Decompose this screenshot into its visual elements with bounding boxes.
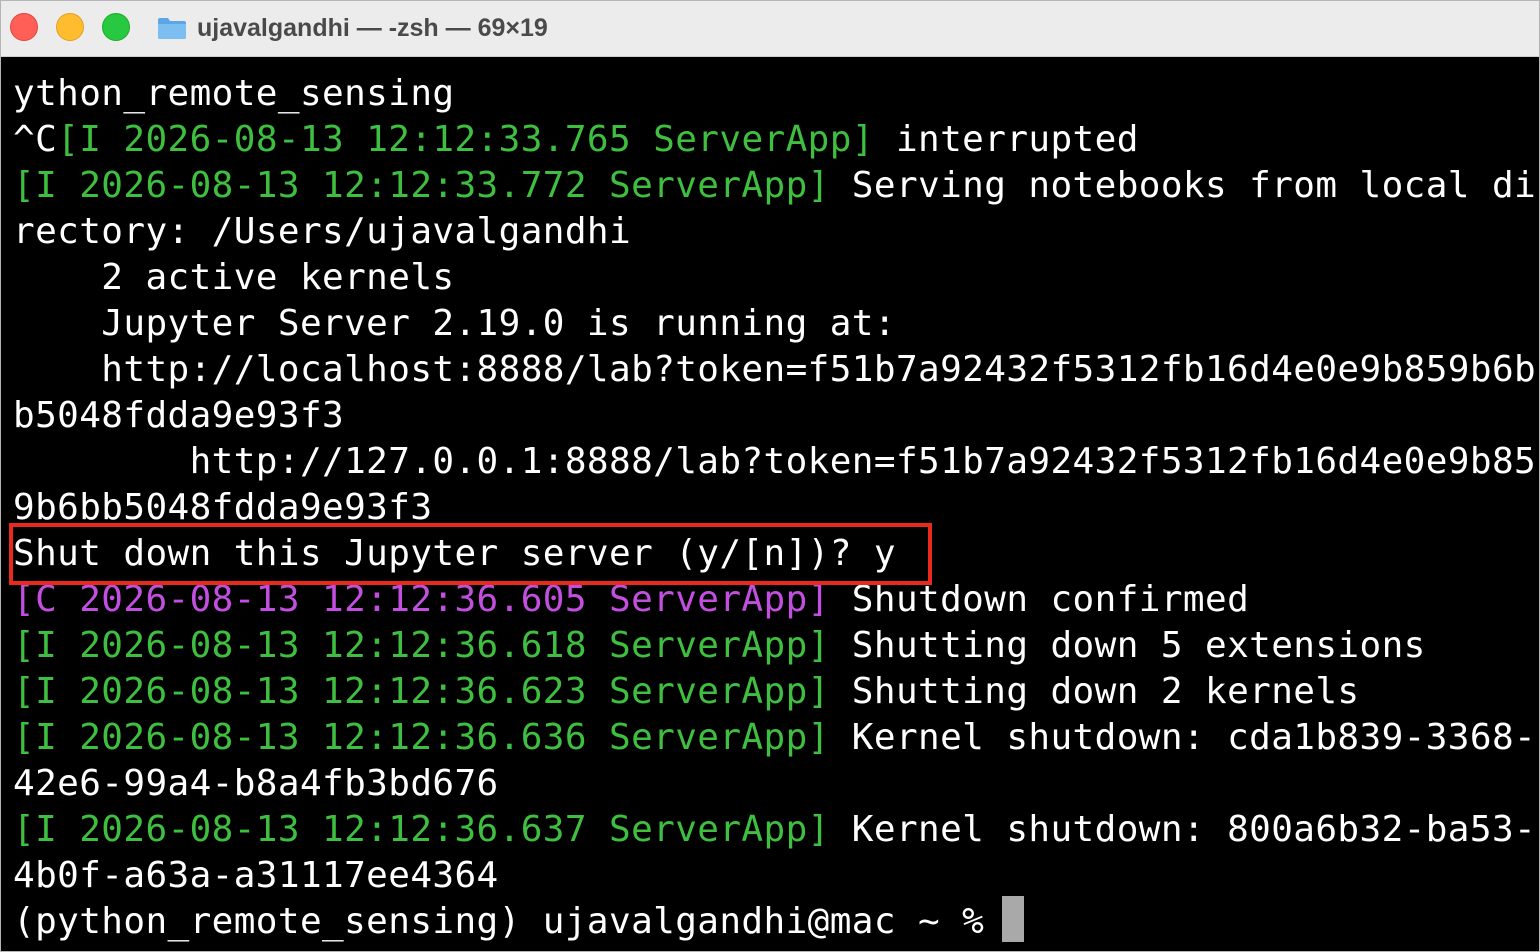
terminal-line: 42e6-99a4-b8a4fb3bd676 [13,761,1533,807]
line-text: http://127.0.0.1:8888/lab?token=f51b7a92… [13,441,1537,482]
terminal-line: Shut down this Jupyter server (y/[n])? y [13,531,1533,577]
line-text: http://localhost:8888/lab?token=f51b7a92… [13,349,1537,390]
log-prefix: [I 2026-08-13 12:12:33.765 ServerApp] [57,119,874,160]
line-text: Kernel shutdown: cda1b839-3368- [829,717,1537,758]
line-text: Shutting down 5 extensions [829,625,1426,666]
log-prefix: [I 2026-08-13 12:12:36.623 ServerApp] [13,671,830,712]
line-text: Shutdown confirmed [829,579,1250,620]
title-bar[interactable]: ujavalgandhi — -zsh — 69×19 [1,1,1539,57]
zoom-button[interactable] [102,13,130,41]
line-text: 42e6-99a4-b8a4fb3bd676 [13,763,499,804]
terminal-line: [C 2026-08-13 12:12:36.605 ServerApp] Sh… [13,577,1533,623]
terminal-line: Jupyter Server 2.19.0 is running at: [13,301,1533,347]
line-text: 4b0f-a63a-a31117ee4364 [13,855,499,896]
folder-icon [158,18,186,39]
window-title: ujavalgandhi — -zsh — 69×19 [197,13,548,42]
line-text: rectory: /Users/ujavalgandhi [13,211,632,252]
line-text: 2 active kernels [13,257,455,298]
terminal-line: [I 2026-08-13 12:12:36.637 ServerApp] Ke… [13,807,1537,853]
line-text: interrupted [873,119,1139,160]
terminal-line: 2 active kernels [13,255,1533,301]
log-prefix: [C 2026-08-13 12:12:36.605 ServerApp] [13,579,830,620]
terminal-line: (python_remote_sensing) ujavalgandhi@mac… [13,899,1533,945]
terminal-line: ython_remote_sensing [13,71,1533,117]
log-prefix: [I 2026-08-13 12:12:36.618 ServerApp] [13,625,830,666]
line-text: Jupyter Server 2.19.0 is running at: [13,303,896,344]
line-text: ^C [13,119,58,160]
close-button[interactable] [10,13,38,41]
terminal-line: [I 2026-08-13 12:12:36.623 ServerApp] Sh… [13,669,1533,715]
terminal-output[interactable]: ython_remote_sensing ^C[I 2026-08-13 12:1… [13,71,1537,945]
log-prefix: [I 2026-08-13 12:12:36.637 ServerApp] [13,809,830,850]
line-text: (python_remote_sensing) ujavalgandhi@mac… [13,901,1007,942]
line-text: 9b6bb5048fdda9e93f3 [13,487,433,528]
terminal-line: rectory: /Users/ujavalgandhi [13,209,1533,255]
minimize-button[interactable] [56,13,84,41]
line-text: Shut down this Jupyter server (y/[n])? y [13,533,896,574]
terminal-window: ujavalgandhi — -zsh — 69×19 ython_remote… [0,0,1540,952]
terminal-line: b5048fdda9e93f3 [13,393,1533,439]
text-cursor [1002,896,1024,942]
terminal-line: ^C[I 2026-08-13 12:12:33.765 ServerApp] … [13,117,1533,163]
terminal-line: [I 2026-08-13 12:12:36.636 ServerApp] Ke… [13,715,1537,761]
terminal-line: http://localhost:8888/lab?token=f51b7a92… [13,347,1537,393]
line-text: ython_remote_sensing [13,73,455,114]
line-text: b5048fdda9e93f3 [13,395,345,436]
line-text: Shutting down 2 kernels [829,671,1360,712]
window-title-group: ujavalgandhi — -zsh — 69×19 [157,11,548,45]
log-prefix: [I 2026-08-13 12:12:33.772 ServerApp] [13,165,830,206]
terminal-line: 4b0f-a63a-a31117ee4364 [13,853,1533,899]
line-text: Serving notebooks from local di [829,165,1537,206]
terminal-line: 9b6bb5048fdda9e93f3 [13,485,1533,531]
terminal-line: http://127.0.0.1:8888/lab?token=f51b7a92… [13,439,1537,485]
line-text: Kernel shutdown: 800a6b32-ba53- [829,809,1537,850]
terminal-line: [I 2026-08-13 12:12:36.618 ServerApp] Sh… [13,623,1533,669]
terminal-line: [I 2026-08-13 12:12:33.772 ServerApp] Se… [13,163,1537,209]
log-prefix: [I 2026-08-13 12:12:36.636 ServerApp] [13,717,830,758]
